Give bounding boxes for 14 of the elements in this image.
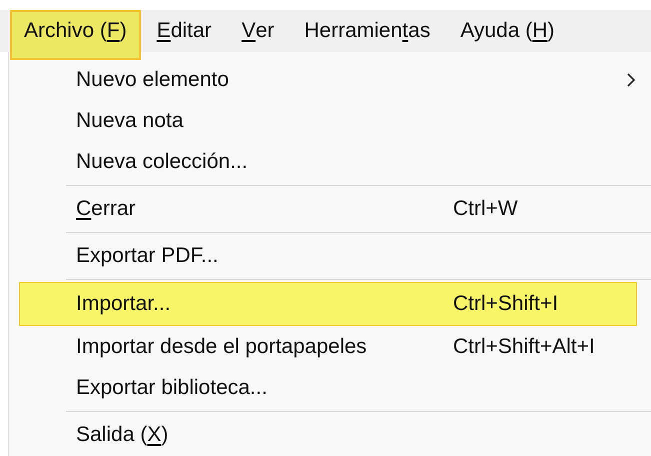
menu-item[interactable]: Exportar PDF... (19, 235, 637, 276)
menu-item[interactable]: Salida (X) (19, 414, 637, 455)
menu-item[interactable]: Nuevo elemento (19, 59, 637, 100)
menu-item[interactable]: Nueva colección... (19, 141, 637, 182)
menu-bar-item[interactable]: Ver (228, 10, 288, 60)
menu-item[interactable]: Importar desde el portapapeles Ctrl+Shift+Alt+I (19, 326, 637, 367)
menu-item[interactable]: Nueva nota (19, 100, 637, 141)
menu-bar-item[interactable]: Editar (142, 10, 226, 60)
menu-item[interactable]: Importar... Ctrl+Shift+I (19, 282, 637, 326)
menu-item[interactable]: Exportar biblioteca... (19, 367, 637, 408)
menu-bar-item[interactable]: Archivo (F) (10, 10, 141, 60)
menu-bar-item[interactable]: Herramientas (290, 10, 444, 60)
menu-bar-item[interactable]: Ayuda (H) (446, 10, 568, 60)
menu-item[interactable]: Cerrar Ctrl+W (19, 188, 637, 229)
